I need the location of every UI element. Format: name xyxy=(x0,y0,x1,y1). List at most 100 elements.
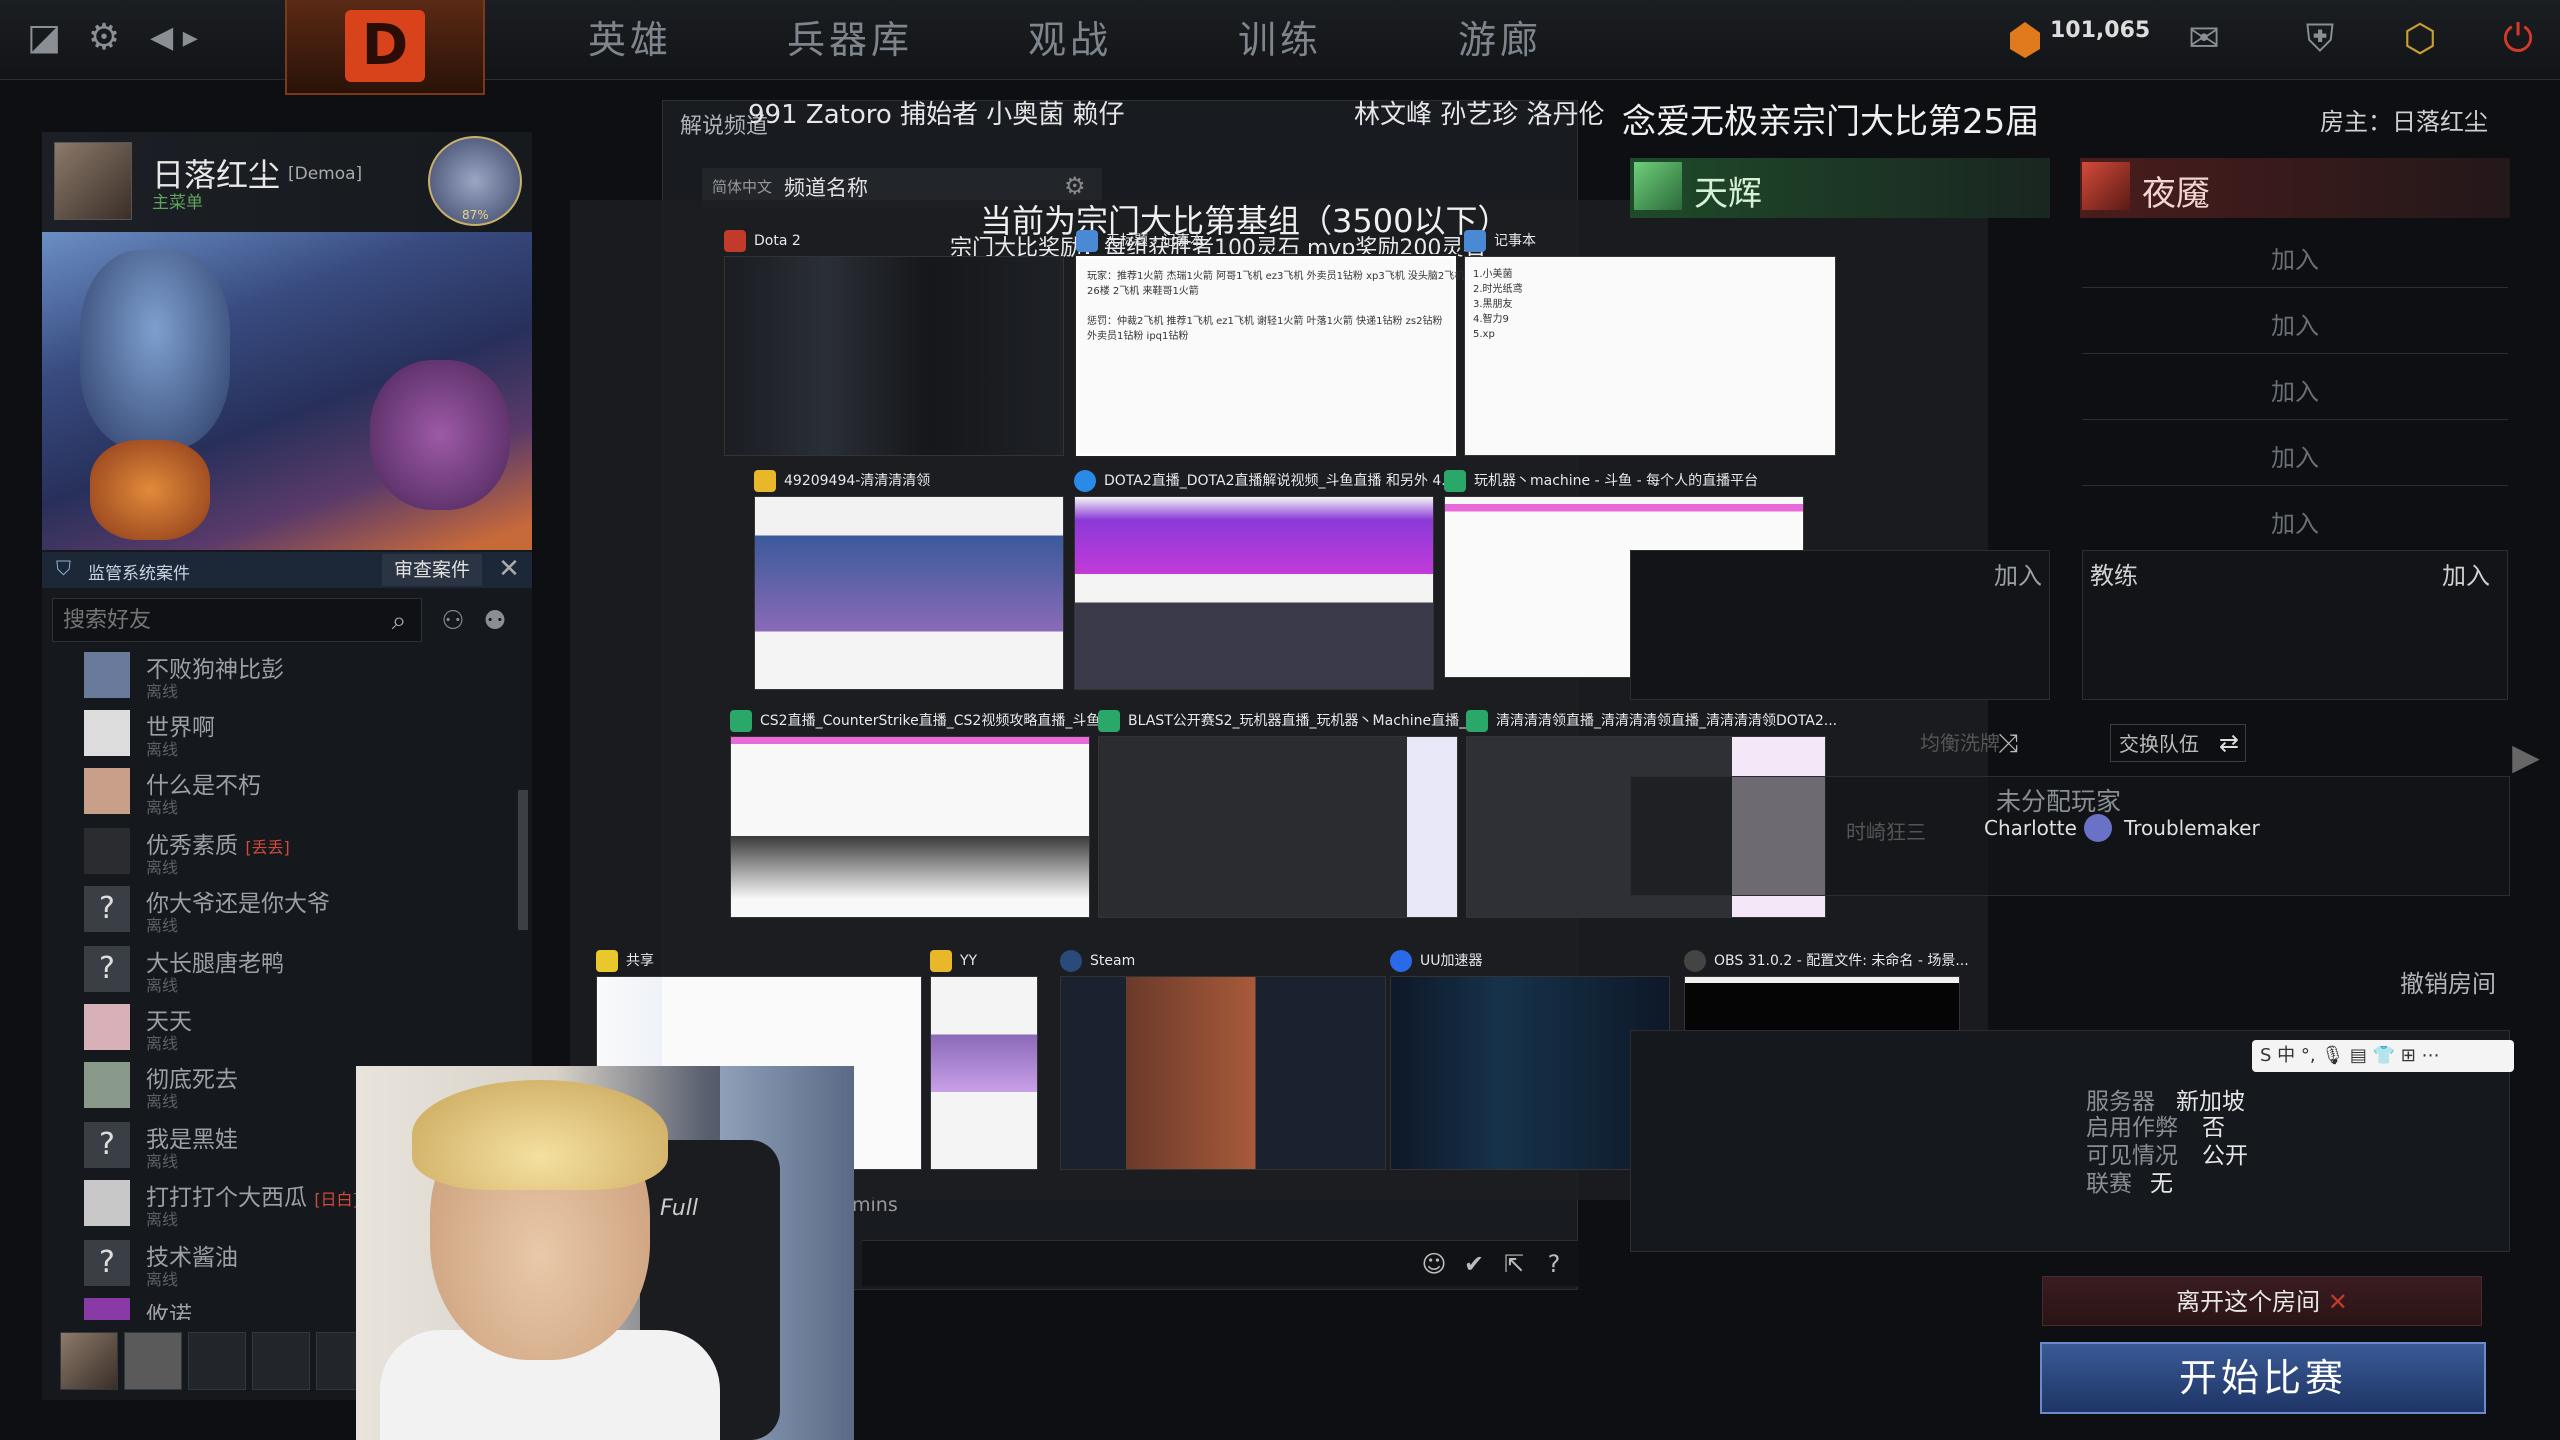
avatar xyxy=(84,828,130,874)
radiant-team-name: 天辉 xyxy=(1694,174,1762,214)
dire-slot-4[interactable]: 加入 xyxy=(2082,424,2508,486)
party-slot-empty[interactable] xyxy=(188,1332,246,1390)
info-key: 联赛 xyxy=(2086,1171,2132,1197)
search-icon[interactable]: ⌕ xyxy=(382,604,416,638)
share-icon[interactable]: ⇱ xyxy=(1498,1248,1530,1280)
list-item[interactable]: ? 你大爷还是你大爷 离线 xyxy=(84,882,464,940)
avatar[interactable] xyxy=(54,142,132,220)
window-thumbnail-notepad-2[interactable]: 记事本 1.小美菌 2.时光纸鸢 3.黑朋友 4.智力9 5.xp xyxy=(1464,228,1836,458)
close-icon[interactable]: ✕ xyxy=(494,552,524,586)
list-item[interactable]: 天天 离线 xyxy=(84,1000,464,1058)
friend-list-scrollbar[interactable] xyxy=(518,790,528,930)
avatar xyxy=(84,1004,130,1050)
expand-arrow-icon[interactable]: ▶ xyxy=(2508,736,2544,780)
window-thumbnail-uu[interactable]: UU加速器 xyxy=(1390,948,1670,1172)
radiant-team-header xyxy=(1630,158,2050,218)
dota-logo-icon[interactable]: D xyxy=(345,10,425,82)
emoji-icon[interactable]: ☺ xyxy=(1418,1248,1450,1280)
tab-armory[interactable]: 兵器库 xyxy=(760,14,940,66)
window-thumbnail-blast[interactable]: BLAST公开赛S2_玩机器直播_玩机器丶Machine直播_... xyxy=(1098,708,1480,920)
start-game-button[interactable]: 开始比赛 xyxy=(2040,1342,2486,1414)
dire-slot-5[interactable]: 加入 xyxy=(2082,490,2508,552)
dire-emblem-icon xyxy=(2082,162,2130,210)
tab-watch[interactable]: 观战 xyxy=(990,14,1150,66)
profile-status: 主菜单 xyxy=(152,193,203,213)
list-item[interactable]: ? 大长腿唐老鸭 离线 xyxy=(84,942,464,1000)
notepad-text: 玩家：推荐1火箭 杰瑞1火箭 阿哥1飞机 ez3飞机 外卖员1钻粉 xp3飞机 … xyxy=(1087,271,1465,342)
dire-coach-join-button[interactable]: 加入 xyxy=(2442,556,2490,591)
party-slot-self[interactable] xyxy=(60,1332,118,1390)
window-thumbnail-notepad[interactable]: 无标题 - 记事本 玩家：推荐1火箭 杰瑞1火箭 阿哥1飞机 ez3飞机 外卖员… xyxy=(1074,228,1464,458)
dire-slot-3[interactable]: 加入 xyxy=(2082,358,2508,420)
webcam-person-hair xyxy=(412,1080,668,1190)
unassigned-player[interactable]: 时崎狂三 xyxy=(1846,816,1926,845)
window-thumbnail-yy[interactable]: YY xyxy=(930,948,1038,1172)
unassigned-player[interactable]: Charlotte xyxy=(1984,816,2077,840)
info-value: 公开 xyxy=(2202,1143,2248,1169)
channel-language: 简体中文 xyxy=(712,178,773,196)
radiant-coach-join-button[interactable]: 加入 xyxy=(1994,556,2042,591)
avatar xyxy=(84,1180,130,1226)
list-item[interactable]: 不败狗神比彭 离线 xyxy=(84,648,464,706)
channel-name: 频道名称 xyxy=(784,176,868,200)
window-thumbnail-douyu-2[interactable]: DOTA2直播_DOTA2直播解说视频_斗鱼直播 和另外 4... xyxy=(1074,468,1455,694)
list-item[interactable]: 什么是不朽 离线 xyxy=(84,764,464,822)
info-value: 无 xyxy=(2150,1171,2173,1197)
settings-gear-icon[interactable]: ⚙ xyxy=(80,14,128,62)
shuffle-icon[interactable]: ⤨ xyxy=(1990,726,2026,762)
review-case-button[interactable]: 审查案件 xyxy=(382,554,482,586)
cancel-room-button[interactable]: 撤销房间 xyxy=(2400,964,2496,999)
list-item[interactable]: 优秀素质 [丢丢] 离线 xyxy=(84,824,464,882)
notepad-text: 1.小美菌 2.时光纸鸢 3.黑朋友 4.智力9 5.xp xyxy=(1473,269,1523,340)
art-pet-shape xyxy=(90,440,210,540)
caster-viewers-list: 991 Zatoro 捕始者 小奥菌 赖仔 xyxy=(748,100,1125,130)
art-creature-shape xyxy=(370,360,510,510)
radiant-coach-slot[interactable] xyxy=(1630,550,2050,700)
avatar xyxy=(84,652,130,698)
dire-slot-1[interactable]: 加入 xyxy=(2082,226,2508,288)
party-slot-friend[interactable] xyxy=(124,1332,182,1390)
unassigned-player[interactable]: Troublemaker xyxy=(2124,816,2260,840)
profile-guild-tag: [Demoa] xyxy=(288,164,363,184)
friend-search-input[interactable] xyxy=(52,598,422,642)
caster-viewers-list-2: 林文峰 孙艺珍 洛丹伦 xyxy=(1354,100,1605,130)
avatar xyxy=(84,1062,130,1108)
avatar: ? xyxy=(84,1122,130,1168)
back-arrow-icon[interactable]: ◀ ▸ xyxy=(150,14,198,62)
radiant-emblem-icon xyxy=(1634,162,1682,210)
window-thumbnail-douyu-1[interactable]: 49209494-清清清清领 xyxy=(754,468,1064,694)
leave-room-button[interactable]: 离开这个房间 ✕ xyxy=(2042,1276,2482,1326)
coin-balance: 101,065 xyxy=(2050,18,2151,43)
window-thumbnail-dota2[interactable]: Dota 2 xyxy=(724,228,1064,458)
overwatch-label: 监管系统案件 xyxy=(88,564,190,584)
dashboard-icon[interactable]: ◪ xyxy=(20,14,68,62)
help-icon[interactable]: ? xyxy=(1538,1248,1570,1280)
tab-heroes[interactable]: 英雄 xyxy=(550,14,710,66)
party-slot-empty[interactable] xyxy=(252,1332,310,1390)
power-icon[interactable]: ⏻ xyxy=(2494,14,2542,62)
plus-shield-icon[interactable]: ⬡ xyxy=(2396,14,2444,62)
ime-toolbar[interactable]: S 中 °, 🎙 ▤ 👕 ⊞ ⋯ xyxy=(2252,1040,2514,1072)
avatar xyxy=(84,768,130,814)
check-icon[interactable]: ✔ xyxy=(1458,1248,1490,1280)
swap-icon[interactable]: ⇄ xyxy=(2214,726,2244,760)
lobby-host: 房主：日落红尘 xyxy=(2320,108,2488,136)
avatar xyxy=(2084,814,2112,842)
list-item[interactable]: 世界啊 离线 xyxy=(84,706,464,764)
avatar: ? xyxy=(84,886,130,932)
chair-logo-text: Full xyxy=(660,1196,698,1221)
tab-learn[interactable]: 训练 xyxy=(1200,14,1360,66)
avatar xyxy=(84,710,130,756)
tab-arcade[interactable]: 游廊 xyxy=(1420,14,1580,66)
dire-slot-2[interactable]: 加入 xyxy=(2082,292,2508,354)
window-thumbnail-cs2[interactable]: CS2直播_CounterStrike直播_CS2视频攻略直播_斗鱼... xyxy=(730,708,1114,920)
add-friend-icon[interactable]: ⚇ xyxy=(436,604,470,638)
unassigned-title: 未分配玩家 xyxy=(1996,787,2122,816)
dota-plus-icon[interactable]: ⛨ xyxy=(2296,14,2344,62)
shield-icon: ⛉ xyxy=(56,556,71,580)
window-thumbnail-steam[interactable]: Steam xyxy=(1060,948,1386,1172)
avatar: ? xyxy=(84,946,130,992)
friends-group-icon[interactable]: ⚉ xyxy=(478,604,512,638)
chat-bubble-icon[interactable]: ✉ xyxy=(2180,14,2228,62)
avatar xyxy=(84,1298,130,1320)
